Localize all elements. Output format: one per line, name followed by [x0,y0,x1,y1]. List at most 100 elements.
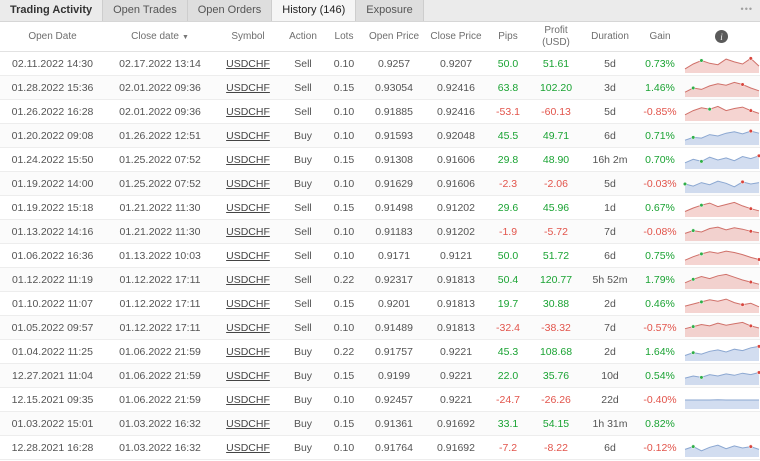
symbol-link[interactable]: USDCHF [226,226,270,238]
tab-open-trades[interactable]: Open Trades [102,0,188,21]
gain-cell: 0.70% [645,153,675,166]
trade-sparkline [683,174,760,194]
trade-sparkline [683,294,760,314]
close-date-cell: 02.17.2022 13:14 [119,57,201,70]
column-header-profit-label: Profit [544,25,568,36]
red-trade-marker-dot [748,323,753,328]
symbol-link[interactable]: USDCHF [226,298,270,310]
open-date-cell: 01.24.2022 15:50 [11,153,94,166]
lots-cell: 0.10 [333,225,355,238]
profit-cell: 102.20 [539,81,573,94]
symbol-cell: USDCHF [215,298,281,310]
profit-cell: -38.32 [541,321,571,334]
column-header-close-price[interactable]: Close Price [425,31,487,42]
column-header-open-date[interactable]: Open Date [0,31,105,42]
close-date-cell: 01.21.2022 11:30 [119,201,201,214]
green-trade-marker-dot [699,251,704,256]
symbol-cell: USDCHF [215,322,281,334]
symbol-link[interactable]: USDCHF [226,154,270,166]
lots-cell: 0.10 [333,177,355,190]
symbol-link[interactable]: USDCHF [226,442,270,454]
lots-cell: 0.10 [333,129,355,142]
green-trade-marker-dot [691,324,696,329]
column-header-duration[interactable]: Duration [583,31,637,42]
column-header-chart: i [683,30,760,43]
pips-cell: 29.6 [497,201,519,214]
more-options-icon[interactable]: ••• [741,0,753,18]
symbol-link[interactable]: USDCHF [226,130,270,142]
column-header-profit[interactable]: Profit (USD) [529,25,583,48]
red-trade-marker-dot [740,302,745,307]
action-cell: Sell [294,273,312,286]
red-trade-marker-dot [748,55,753,60]
trade-sparkline [683,342,760,362]
close-price-cell: 0.91606 [437,177,475,190]
tab-open-orders[interactable]: Open Orders [186,0,273,21]
buy-sparkline-chart [684,153,760,169]
column-header-pips[interactable]: Pips [487,31,529,42]
gain-cell: -0.08% [643,225,677,238]
action-cell: Buy [293,129,313,142]
red-trade-marker-dot [748,108,753,113]
info-icon[interactable]: i [715,30,728,43]
sell-sparkline-chart [684,81,760,97]
action-cell: Buy [293,393,313,406]
sell-sparkline-chart [684,55,760,73]
column-header-profit-sub: (USD) [542,36,570,48]
column-header-gain[interactable]: Gain [637,31,683,42]
table-row: 01.28.2022 15:36 02.01.2022 09:36 USDCHF Se… [0,76,760,100]
symbol-link[interactable]: USDCHF [226,82,270,94]
lots-cell: 0.15 [333,201,355,214]
lots-cell: 0.10 [333,321,355,334]
pips-cell: 50.0 [497,249,519,262]
column-header-action[interactable]: Action [281,31,325,42]
symbol-link[interactable]: USDCHF [226,250,270,262]
symbol-link[interactable]: USDCHF [226,394,270,406]
pips-cell: 63.8 [497,81,519,94]
duration-cell: 5h 52m [592,273,628,286]
symbol-link[interactable]: USDCHF [226,106,270,118]
symbol-cell: USDCHF [215,58,281,70]
gain-cell: 0.75% [645,249,675,262]
action-cell: Buy [293,177,313,190]
tab-history[interactable]: History (146) [271,0,357,21]
symbol-cell: USDCHF [215,418,281,430]
symbol-link[interactable]: USDCHF [226,322,270,334]
symbol-link[interactable]: USDCHF [226,274,270,286]
column-header-symbol[interactable]: Symbol [215,31,281,42]
column-header-open-price[interactable]: Open Price [363,31,425,42]
close-price-cell: 0.91202 [437,225,475,238]
action-cell: Buy [293,369,313,382]
close-date-cell: 02.01.2022 09:36 [119,105,201,118]
symbol-link[interactable]: USDCHF [226,370,270,382]
pips-cell: 19.7 [497,297,519,310]
table-header: Open Date Close date ▼ Symbol Action Lots… [0,22,760,52]
column-header-close-date[interactable]: Close date ▼ [105,31,215,42]
open-date-cell: 01.19.2022 14:00 [11,177,94,190]
tab-exposure[interactable]: Exposure [355,0,424,21]
symbol-link[interactable]: USDCHF [226,346,270,358]
symbol-link[interactable]: USDCHF [226,178,270,190]
lots-cell: 0.15 [333,81,355,94]
gain-cell: 0.71% [645,129,675,142]
symbol-link[interactable]: USDCHF [226,202,270,214]
open-date-cell: 01.12.2022 11:19 [12,273,93,286]
table-row: 01.26.2022 16:28 02.01.2022 09:36 USDCHF Se… [0,100,760,124]
close-price-cell: 0.91813 [437,321,475,334]
table-body: 02.11.2022 14:30 02.17.2022 13:14 USDCHF Se… [0,52,760,460]
trade-sparkline [683,150,760,170]
action-cell: Sell [294,105,312,118]
table-row: 01.05.2022 09:57 01.12.2022 17:11 USDCHF Se… [0,316,760,340]
open-price-cell: 0.9201 [377,297,411,310]
symbol-link[interactable]: USDCHF [226,418,270,430]
close-price-cell: 0.92048 [437,129,475,142]
action-cell: Buy [293,345,313,358]
close-date-cell: 01.13.2022 10:03 [119,249,201,262]
symbol-cell: USDCHF [215,394,281,406]
profit-cell: -5.72 [544,225,568,238]
symbol-link[interactable]: USDCHF [226,58,270,70]
action-cell: Sell [294,321,312,334]
open-date-cell: 02.11.2022 14:30 [12,57,93,70]
duration-cell: 1h 31m [592,417,628,430]
column-header-lots[interactable]: Lots [325,31,363,42]
